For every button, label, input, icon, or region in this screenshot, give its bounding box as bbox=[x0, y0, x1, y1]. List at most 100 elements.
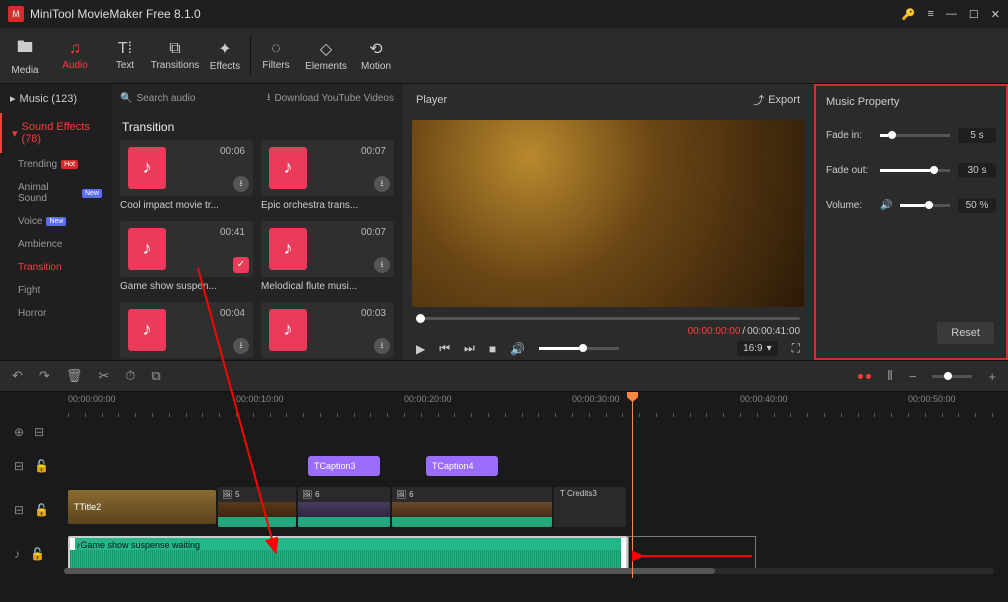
timeline-scrollbar[interactable] bbox=[64, 568, 994, 574]
zoom-fit-icon[interactable] bbox=[858, 374, 871, 379]
delete-icon[interactable]: 🗑 bbox=[66, 368, 83, 384]
undo-icon[interactable]: ↶ bbox=[12, 368, 23, 384]
music-note-icon: ♪ bbox=[128, 228, 166, 270]
download-icon[interactable]: ⭳ bbox=[233, 338, 249, 354]
audio-item[interactable]: ♪00:03⭳Transition windy sw... bbox=[261, 302, 394, 360]
license-key-icon[interactable]: 🔑 bbox=[902, 8, 916, 21]
video-clip[interactable]: 🖼5 bbox=[218, 487, 296, 527]
zoom-out-icon[interactable]: − bbox=[909, 369, 917, 384]
download-icon[interactable]: ⭳ bbox=[233, 176, 249, 192]
player-seekbar[interactable] bbox=[416, 317, 800, 320]
audio-item[interactable]: ♪00:41✓Game show suspen... bbox=[120, 221, 253, 294]
minimize-icon[interactable]: — bbox=[946, 8, 957, 20]
download-icon[interactable]: ⭳ bbox=[374, 338, 390, 354]
track-visible-icon[interactable]: ⊟ bbox=[14, 459, 24, 473]
crop-icon[interactable]: ⧉ bbox=[151, 368, 160, 384]
tab-motion[interactable]: ⟲Motion bbox=[351, 28, 401, 83]
player-title: Player bbox=[416, 94, 753, 106]
ruler-tick: 00:00:00:00 bbox=[68, 394, 116, 404]
fadein-slider[interactable] bbox=[880, 134, 950, 137]
caption-clip[interactable]: T Caption4 bbox=[426, 456, 498, 476]
close-icon[interactable]: ✕ bbox=[991, 8, 1000, 21]
fullscreen-icon[interactable]: ⛶ bbox=[792, 341, 800, 356]
track-lock-icon[interactable]: 🔓 bbox=[34, 459, 49, 473]
credits-clip[interactable]: T Credits3 bbox=[554, 487, 626, 527]
zoom-marker-icon[interactable]: ⦀ bbox=[887, 368, 893, 384]
filters-icon: ◌ bbox=[271, 40, 281, 58]
chevron-down-icon: ▾ bbox=[767, 343, 772, 354]
total-time: 00:00:41:00 bbox=[747, 326, 800, 337]
fadeout-label: Fade out: bbox=[826, 165, 872, 176]
track-visible-icon[interactable]: ⊟ bbox=[14, 503, 24, 517]
text-icon: T bbox=[314, 461, 320, 471]
track-lock-icon[interactable]: 🔓 bbox=[30, 547, 45, 561]
player-volume-slider[interactable] bbox=[539, 347, 619, 350]
fadein-value[interactable]: 5 s bbox=[958, 128, 996, 143]
audio-duration: 00:07 bbox=[361, 227, 386, 238]
play-icon[interactable]: ▶ bbox=[416, 342, 425, 356]
sidebar-transition[interactable]: Transition bbox=[0, 256, 112, 279]
tab-transitions[interactable]: ⧉Transitions bbox=[150, 28, 200, 83]
tab-audio[interactable]: ♫Audio bbox=[50, 28, 100, 83]
caption-clip[interactable]: T Caption3 bbox=[308, 456, 380, 476]
tab-elements[interactable]: ◇Elements bbox=[301, 28, 351, 83]
menu-icon[interactable]: ≡ bbox=[927, 8, 933, 20]
audio-item[interactable]: ♪00:04⭳Movie trailer epic im... bbox=[120, 302, 253, 360]
audio-item[interactable]: ♪00:07⭳Melodical flute musi... bbox=[261, 221, 394, 294]
download-icon[interactable]: ⭳ bbox=[374, 176, 390, 192]
audio-item[interactable]: ♪00:07⭳Epic orchestra trans... bbox=[261, 140, 394, 213]
fadeout-value[interactable]: 30 s bbox=[958, 163, 996, 178]
next-frame-icon[interactable]: ⏭ bbox=[464, 341, 475, 356]
sidebar-animal-sound[interactable]: Animal SoundNew bbox=[0, 176, 112, 210]
aspect-ratio-select[interactable]: 16:9▾ bbox=[737, 341, 778, 356]
download-youtube-button[interactable]: ⭳Download YouTube Videos bbox=[267, 90, 394, 107]
video-clip[interactable]: 🖼6 bbox=[392, 487, 552, 527]
volume-slider[interactable] bbox=[900, 204, 950, 207]
tab-text[interactable]: T⁞Text bbox=[100, 28, 150, 83]
stop-icon[interactable]: ■ bbox=[489, 342, 496, 356]
audio-name: Epic orchestra trans... bbox=[261, 196, 394, 213]
current-time: 00:00:00:00 bbox=[688, 326, 741, 337]
volume-value[interactable]: 50 % bbox=[958, 198, 996, 213]
prev-frame-icon[interactable]: ⏮ bbox=[439, 341, 450, 356]
audio-clip[interactable]: ♪ Game show suspense waiting bbox=[68, 536, 628, 570]
player-preview bbox=[412, 120, 804, 307]
maximize-icon[interactable]: ☐ bbox=[969, 8, 979, 21]
music-note-icon: ♪ bbox=[76, 540, 81, 550]
zoom-slider[interactable] bbox=[932, 375, 972, 378]
video-clip[interactable]: 🖼6 bbox=[298, 487, 390, 527]
clip-handle-right[interactable] bbox=[621, 538, 626, 568]
sidebar-fight[interactable]: Fight bbox=[0, 279, 112, 302]
audio-item[interactable]: ♪00:06⭳Cool impact movie tr... bbox=[120, 140, 253, 213]
export-button[interactable]: ⤴Export bbox=[753, 92, 800, 108]
image-icon: 🖼 bbox=[302, 490, 312, 499]
speaker-icon: 🔊 bbox=[880, 200, 892, 211]
new-badge: New bbox=[82, 189, 102, 198]
track-add-icon[interactable]: ⊕ bbox=[14, 425, 24, 439]
zoom-in-icon[interactable]: + bbox=[988, 369, 996, 384]
sidebar-horror[interactable]: Horror bbox=[0, 302, 112, 325]
reset-button[interactable]: Reset bbox=[937, 322, 994, 344]
sidebar-music-group[interactable]: ▸Music (123) bbox=[0, 84, 112, 113]
split-icon[interactable]: ✂ bbox=[98, 368, 109, 384]
tab-media[interactable]: 🖿Media bbox=[0, 28, 50, 83]
motion-icon: ⟲ bbox=[369, 39, 382, 59]
redo-icon[interactable]: ↷ bbox=[39, 368, 50, 384]
tab-effects[interactable]: ✦Effects bbox=[200, 28, 250, 83]
title-clip[interactable]: T Title2 bbox=[68, 490, 216, 524]
effects-icon: ✦ bbox=[218, 39, 231, 59]
tab-filters[interactable]: ◌Filters bbox=[251, 28, 301, 83]
speed-icon[interactable]: ⏱ bbox=[125, 368, 135, 384]
fadeout-slider[interactable] bbox=[880, 169, 950, 172]
sidebar-soundfx-group[interactable]: ▾Sound Effects (78) bbox=[0, 113, 112, 153]
sidebar-voice[interactable]: VoiceNew bbox=[0, 210, 112, 233]
download-icon[interactable]: ⭳ bbox=[374, 257, 390, 273]
track-lock-icon[interactable]: 🔓 bbox=[34, 503, 49, 517]
sidebar-ambience[interactable]: Ambience bbox=[0, 233, 112, 256]
volume-icon[interactable]: 🔊 bbox=[510, 342, 525, 356]
audio-track-icon[interactable]: ♪ bbox=[14, 547, 20, 561]
timeline-playhead[interactable] bbox=[632, 392, 633, 578]
track-collapse-icon[interactable]: ⊟ bbox=[34, 425, 44, 439]
search-audio-input[interactable]: 🔍Search audio bbox=[120, 93, 255, 104]
sidebar-trending[interactable]: TrendingHot bbox=[0, 153, 112, 176]
